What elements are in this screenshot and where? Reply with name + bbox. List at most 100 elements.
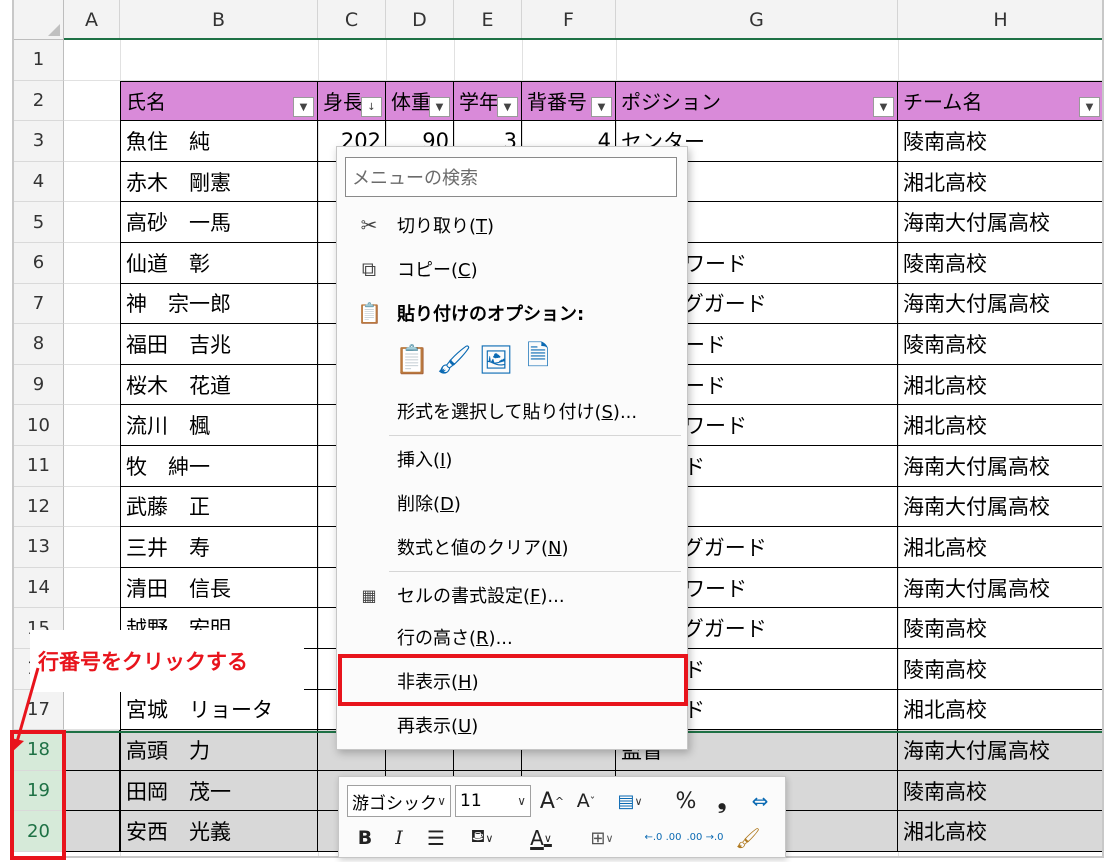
row-header-10[interactable]: 10 (14, 405, 64, 446)
column-header-e[interactable]: E (454, 0, 522, 40)
table-cell[interactable]: 宮城 リョータ (120, 689, 318, 731)
sort-filter-icon[interactable]: ↓ (361, 97, 382, 118)
column-header-g[interactable]: G (616, 0, 898, 40)
paste-linked-picture-icon[interactable]: 🗎 (523, 339, 553, 375)
table-header-cell[interactable]: 背番号 ▼ (522, 80, 616, 122)
table-cell[interactable]: 陵南高校 (898, 608, 1102, 649)
font-size-select[interactable]: 11 ∨ (455, 785, 531, 817)
table-cell[interactable]: 陵南高校 (898, 324, 1102, 365)
increase-font-size-icon[interactable]: A ^ (537, 785, 567, 817)
align-center-icon[interactable]: ☰ (423, 823, 449, 853)
select-all-corner[interactable] (14, 0, 64, 40)
filter-dropdown-icon[interactable]: ▼ (429, 97, 450, 118)
column-header-c[interactable]: C (318, 0, 386, 40)
row-header-17[interactable]: 17 (14, 689, 64, 731)
row-header-4[interactable]: 4 (14, 161, 64, 203)
paste-picture-icon[interactable]: 🖼 (478, 343, 514, 376)
row-header-13[interactable]: 13 (14, 527, 64, 568)
table-cell[interactable]: 陵南高校 (898, 243, 1102, 284)
menu-item-cut[interactable]: ✂ 切り取り(T) (337, 205, 687, 245)
font-color-button[interactable]: A ∨ (519, 823, 563, 853)
menu-item-paste-special[interactable]: 形式を選択して貼り付け(S)... (337, 391, 687, 431)
table-cell[interactable]: 仙道 彰 (120, 243, 318, 284)
table-cell[interactable]: 高砂 一馬 (120, 202, 318, 243)
table-cell[interactable]: 海南大付属高校 (898, 568, 1102, 609)
row-header-3[interactable]: 3 (14, 121, 64, 162)
filter-dropdown-icon[interactable]: ▼ (497, 97, 518, 118)
table-cell[interactable] (64, 811, 120, 852)
table-header-cell[interactable]: 身長 ↓ (318, 80, 386, 122)
row-header-9[interactable]: 9 (14, 364, 64, 406)
paste-icon[interactable]: 📋 (395, 343, 430, 376)
number-format-icon[interactable]: ▤ ∨ (607, 785, 653, 817)
filter-dropdown-icon[interactable]: ▼ (591, 97, 612, 118)
borders-icon[interactable]: ⊞ ∨ (579, 823, 625, 853)
menu-item-copy[interactable]: ⧉ コピー(C) (337, 249, 687, 289)
table-cell[interactable]: 流川 楓 (120, 405, 318, 446)
menu-item-clear-contents[interactable]: 数式と値のクリア(N) (337, 527, 687, 567)
table-cell[interactable]: 三井 寿 (120, 527, 318, 568)
increase-decimal-button[interactable]: ←.0 .00 (643, 823, 683, 853)
table-cell[interactable]: 陵南高校 (898, 649, 1102, 690)
row-header-8[interactable]: 8 (14, 324, 64, 365)
table-cell[interactable] (64, 770, 120, 812)
wrap-text-icon[interactable]: ⇔ (745, 785, 775, 817)
table-cell[interactable]: 陵南高校 (898, 770, 1102, 812)
table-header-cell[interactable]: チーム名 ▼ (898, 80, 1102, 122)
row-header-7[interactable]: 7 (14, 283, 64, 325)
table-header-cell[interactable]: ポジション ▼ (616, 80, 898, 122)
row-header-1[interactable]: 1 (14, 40, 64, 81)
table-cell[interactable]: 海南大付属高校 (898, 284, 1102, 325)
table-cell[interactable]: 高頭 力 (120, 730, 318, 771)
filter-dropdown-icon[interactable]: ▼ (873, 97, 894, 118)
filter-dropdown-icon[interactable]: ▼ (1079, 97, 1100, 118)
menu-item-delete[interactable]: 削除(D) (337, 483, 687, 523)
table-cell[interactable]: 湘北高校 (898, 405, 1102, 446)
row-header-6[interactable]: 6 (14, 243, 64, 284)
row-header-2[interactable]: 2 (14, 80, 64, 122)
bold-button[interactable]: B (353, 823, 377, 853)
row-header-14[interactable]: 14 (14, 567, 64, 609)
table-cell[interactable]: 湘北高校 (898, 690, 1102, 731)
menu-item-row-height[interactable]: 行の高さ(R)... (337, 617, 687, 657)
row-header-12[interactable]: 12 (14, 486, 64, 528)
table-cell[interactable]: 湘北高校 (898, 365, 1102, 406)
column-header-d[interactable]: D (386, 0, 454, 40)
table-header-cell[interactable]: 体重 ▼ (386, 80, 454, 122)
percent-style-button[interactable]: % (671, 785, 701, 817)
column-header-b[interactable]: B (120, 0, 318, 40)
row-header-5[interactable]: 5 (14, 202, 64, 243)
filter-dropdown-icon[interactable]: ▼ (293, 97, 314, 118)
table-cell[interactable]: 陵南高校 (898, 121, 1102, 162)
italic-button[interactable]: I (387, 823, 411, 853)
table-cell[interactable]: 安西 光義 (120, 811, 318, 852)
format-painter-icon[interactable]: 🖌 (731, 823, 765, 853)
column-header-a[interactable]: A (64, 0, 120, 40)
comma-style-button[interactable]: ❟ (709, 785, 735, 817)
table-cell[interactable]: 海南大付属高校 (898, 446, 1102, 487)
menu-item-unhide[interactable]: 再表示(U) (337, 705, 687, 745)
table-cell[interactable]: 湘北高校 (898, 162, 1102, 203)
menu-item-insert[interactable]: 挿入(I) (337, 439, 687, 479)
paste-formatting-icon[interactable]: 🖌 (436, 343, 472, 376)
decrease-decimal-button[interactable]: .00 →.0 (685, 823, 725, 853)
fill-color-icon[interactable]: ⛾ ∨ (459, 823, 505, 853)
table-cell[interactable]: 牧 紳一 (120, 446, 318, 487)
table-header-cell[interactable]: 氏名 ▼ (120, 80, 318, 122)
row-header-11[interactable]: 11 (14, 446, 64, 487)
table-header-cell[interactable]: 学年 ▼ (454, 80, 522, 122)
table-cell[interactable]: 福田 吉兆 (120, 324, 318, 365)
table-cell[interactable]: 桜木 花道 (120, 364, 318, 406)
table-cell[interactable]: 田岡 茂一 (120, 770, 318, 812)
table-cell[interactable]: 海南大付属高校 (898, 730, 1102, 771)
font-name-select[interactable]: 游ゴシック ∨ (347, 785, 451, 817)
decrease-font-size-icon[interactable]: Aˇ (571, 785, 601, 817)
table-cell[interactable]: 赤木 剛憲 (120, 161, 318, 203)
column-header-h[interactable]: H (898, 0, 1102, 40)
table-cell[interactable] (64, 730, 120, 771)
table-cell[interactable]: 神 宗一郎 (120, 283, 318, 325)
table-cell[interactable]: 海南大付属高校 (898, 202, 1102, 243)
menu-search-input[interactable]: メニューの検索 (345, 157, 677, 197)
column-header-f[interactable]: F (522, 0, 616, 40)
table-cell[interactable]: 海南大付属高校 (898, 487, 1102, 528)
